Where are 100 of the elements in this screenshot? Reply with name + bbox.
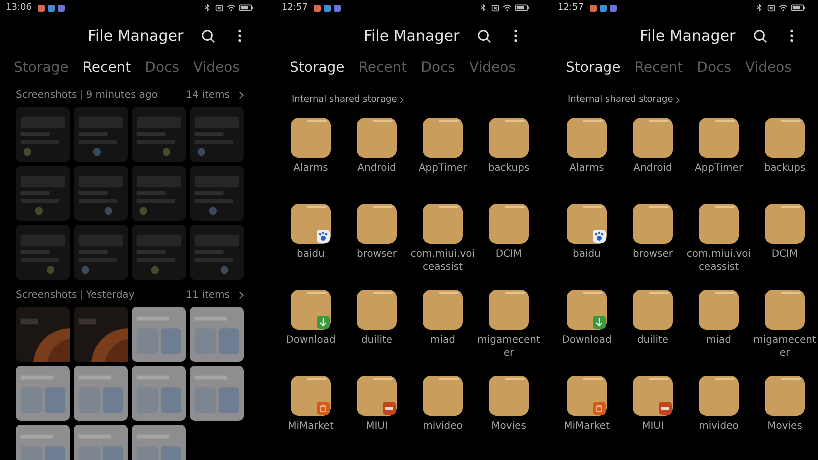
app-title: File Manager [640, 27, 737, 45]
folder-name: miad [706, 334, 732, 347]
folder-icon[interactable] [423, 204, 463, 244]
search-icon[interactable] [477, 28, 492, 44]
section-title: Screenshots [16, 90, 78, 100]
folder-name: Android [356, 162, 398, 175]
folder-name: migamecenter [752, 334, 818, 360]
chevron-right-icon[interactable] [239, 90, 244, 100]
folder-icon[interactable] [765, 118, 805, 158]
folder-icon[interactable] [633, 290, 673, 330]
sim-icon [491, 4, 500, 12]
folder-icon[interactable] [699, 376, 739, 416]
folder-icon[interactable] [765, 376, 805, 416]
tab[interactable]: Videos [194, 60, 240, 76]
folder-icon[interactable] [699, 118, 739, 158]
more-options-icon[interactable] [514, 29, 518, 43]
folder-icon[interactable] [357, 118, 397, 158]
folder-name: com.miui.voiceassist [686, 248, 752, 274]
section-time: Yesterday [86, 290, 135, 300]
folder-icon[interactable] [489, 118, 529, 158]
folder-icon[interactable] [291, 118, 331, 158]
folder-icon[interactable] [699, 204, 739, 244]
folder-name: Alarms [292, 162, 330, 175]
folder-name: Alarms [568, 162, 606, 175]
tab[interactable]: Docs [145, 60, 180, 76]
folder-name: AppTimer [694, 162, 744, 175]
tab[interactable]: Docs [697, 60, 732, 76]
folder-icon[interactable] [567, 376, 607, 416]
item-count: 14 items [186, 90, 230, 100]
folder-icon[interactable] [765, 204, 805, 244]
section-title: Screenshots [16, 290, 78, 300]
tab[interactable]: Storage [14, 60, 69, 76]
folder-name: com.miui.voiceassist [410, 248, 476, 274]
folder-icon[interactable] [567, 204, 607, 244]
folder-icon[interactable] [291, 376, 331, 416]
folder-name: mivideo [422, 420, 464, 433]
folder-icon[interactable] [633, 118, 673, 158]
bluetooth-icon [203, 4, 212, 12]
breadcrumb-link[interactable]: Internal shared storage [568, 95, 674, 105]
tab[interactable]: Docs [421, 60, 456, 76]
folder-name: Movies [490, 420, 528, 433]
battery-icon [791, 4, 806, 12]
folder-icon[interactable] [633, 204, 673, 244]
folder-name: baidu [572, 248, 602, 261]
folder-name: duilite [360, 334, 394, 347]
chevron-right-icon[interactable] [239, 290, 244, 300]
folder-icon[interactable] [633, 376, 673, 416]
breadcrumb-link[interactable]: Internal shared storage [292, 95, 398, 105]
tab[interactable]: Recent [82, 60, 132, 76]
search-icon[interactable] [753, 28, 768, 44]
folder-name: backups [763, 162, 807, 175]
chevron-right-icon [676, 96, 680, 104]
folder-name: Download [561, 334, 613, 347]
folder-icon[interactable] [765, 290, 805, 330]
folder-name: browser [632, 248, 674, 261]
folder-icon[interactable] [489, 290, 529, 330]
folder-name: miad [430, 334, 456, 347]
folder-name: DCIM [770, 248, 800, 261]
tab[interactable]: Storage [566, 60, 621, 76]
tab[interactable]: Recent [358, 60, 408, 76]
folder-name: mivideo [698, 420, 740, 433]
status-time: 12:57 [282, 3, 308, 13]
folder-icon[interactable] [423, 376, 463, 416]
search-icon[interactable] [201, 28, 216, 44]
more-options-icon[interactable] [790, 29, 794, 43]
folder-icon[interactable] [291, 204, 331, 244]
folder-icon[interactable] [567, 118, 607, 158]
folder-name: MIUI [365, 420, 389, 433]
folder-icon[interactable] [423, 118, 463, 158]
wifi-icon [227, 4, 236, 12]
tab[interactable]: Videos [746, 60, 792, 76]
folder-icon[interactable] [423, 290, 463, 330]
folder-name: MiMarket [563, 420, 611, 433]
folder-name: migamecenter [476, 334, 542, 360]
folder-icon[interactable] [357, 376, 397, 416]
tab[interactable]: Recent [634, 60, 684, 76]
folder-icon[interactable] [357, 290, 397, 330]
sim-icon [767, 4, 776, 12]
folder-icon[interactable] [699, 290, 739, 330]
wifi-icon [779, 4, 788, 12]
folder-name: duilite [636, 334, 670, 347]
tab[interactable]: Videos [470, 60, 516, 76]
tab[interactable]: Storage [290, 60, 345, 76]
folder-icon[interactable] [357, 204, 397, 244]
battery-icon [515, 4, 530, 12]
folder-name: Movies [766, 420, 804, 433]
bluetooth-icon [755, 4, 764, 12]
folder-icon[interactable] [489, 204, 529, 244]
folder-name: backups [487, 162, 531, 175]
folder-name: Download [285, 334, 337, 347]
folder-name: MIUI [641, 420, 665, 433]
more-options-icon[interactable] [238, 29, 242, 43]
battery-icon [239, 4, 254, 12]
folder-icon[interactable] [291, 290, 331, 330]
chevron-right-icon [400, 96, 404, 104]
folder-icon[interactable] [489, 376, 529, 416]
app-title: File Manager [364, 27, 461, 45]
folder-icon[interactable] [567, 290, 607, 330]
folder-name: AppTimer [418, 162, 468, 175]
status-time: 12:57 [558, 3, 584, 13]
